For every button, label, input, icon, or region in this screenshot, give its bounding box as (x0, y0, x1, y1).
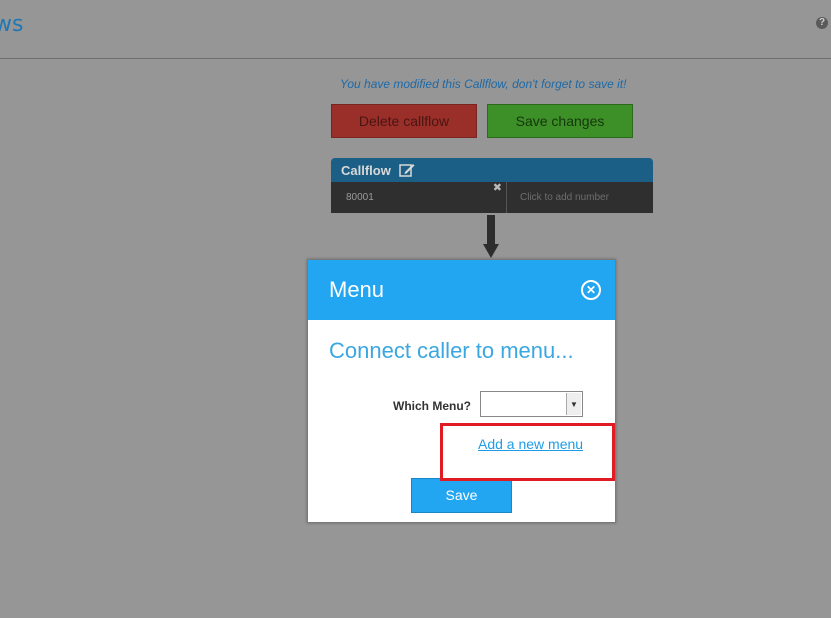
callflow-number: 80001 (346, 192, 374, 203)
callflow-numbers: 80001 ✖ Click to add number (331, 182, 653, 213)
close-icon[interactable]: ✕ (581, 280, 601, 300)
remove-number-icon[interactable]: ✖ (493, 173, 502, 204)
callflow-number-item[interactable]: 80001 ✖ (331, 182, 507, 213)
dialog-title: Menu (329, 277, 385, 302)
callflow-box: Callflow 80001 ✖ Click to add number (331, 158, 653, 213)
dialog-subtitle: Connect caller to menu... (329, 338, 574, 363)
which-menu-select[interactable]: ▼ (480, 391, 583, 417)
pencil-edit-icon[interactable] (399, 162, 415, 178)
dialog-header: Menu ✕ (308, 260, 615, 320)
chevron-down-icon[interactable]: ▼ (566, 393, 581, 415)
modified-notice: You have modified this Callflow, don't f… (340, 77, 627, 91)
flow-arrow-head (483, 244, 499, 258)
flow-arrow-shaft (487, 215, 495, 245)
menu-dialog: Menu ✕ Connect caller to menu... Which M… (307, 259, 616, 523)
help-icon[interactable]: ? (816, 17, 828, 29)
delete-callflow-button[interactable]: Delete callflow (331, 104, 477, 138)
page-title: ws (0, 12, 24, 37)
save-button[interactable]: Save (411, 478, 512, 513)
add-number-slot[interactable]: Click to add number (507, 182, 653, 213)
which-menu-label: Which Menu? (393, 399, 471, 413)
save-changes-button[interactable]: Save changes (487, 104, 633, 138)
callflow-title: Callflow (341, 162, 391, 178)
header-divider (0, 58, 831, 59)
highlight-annotation (440, 423, 615, 481)
